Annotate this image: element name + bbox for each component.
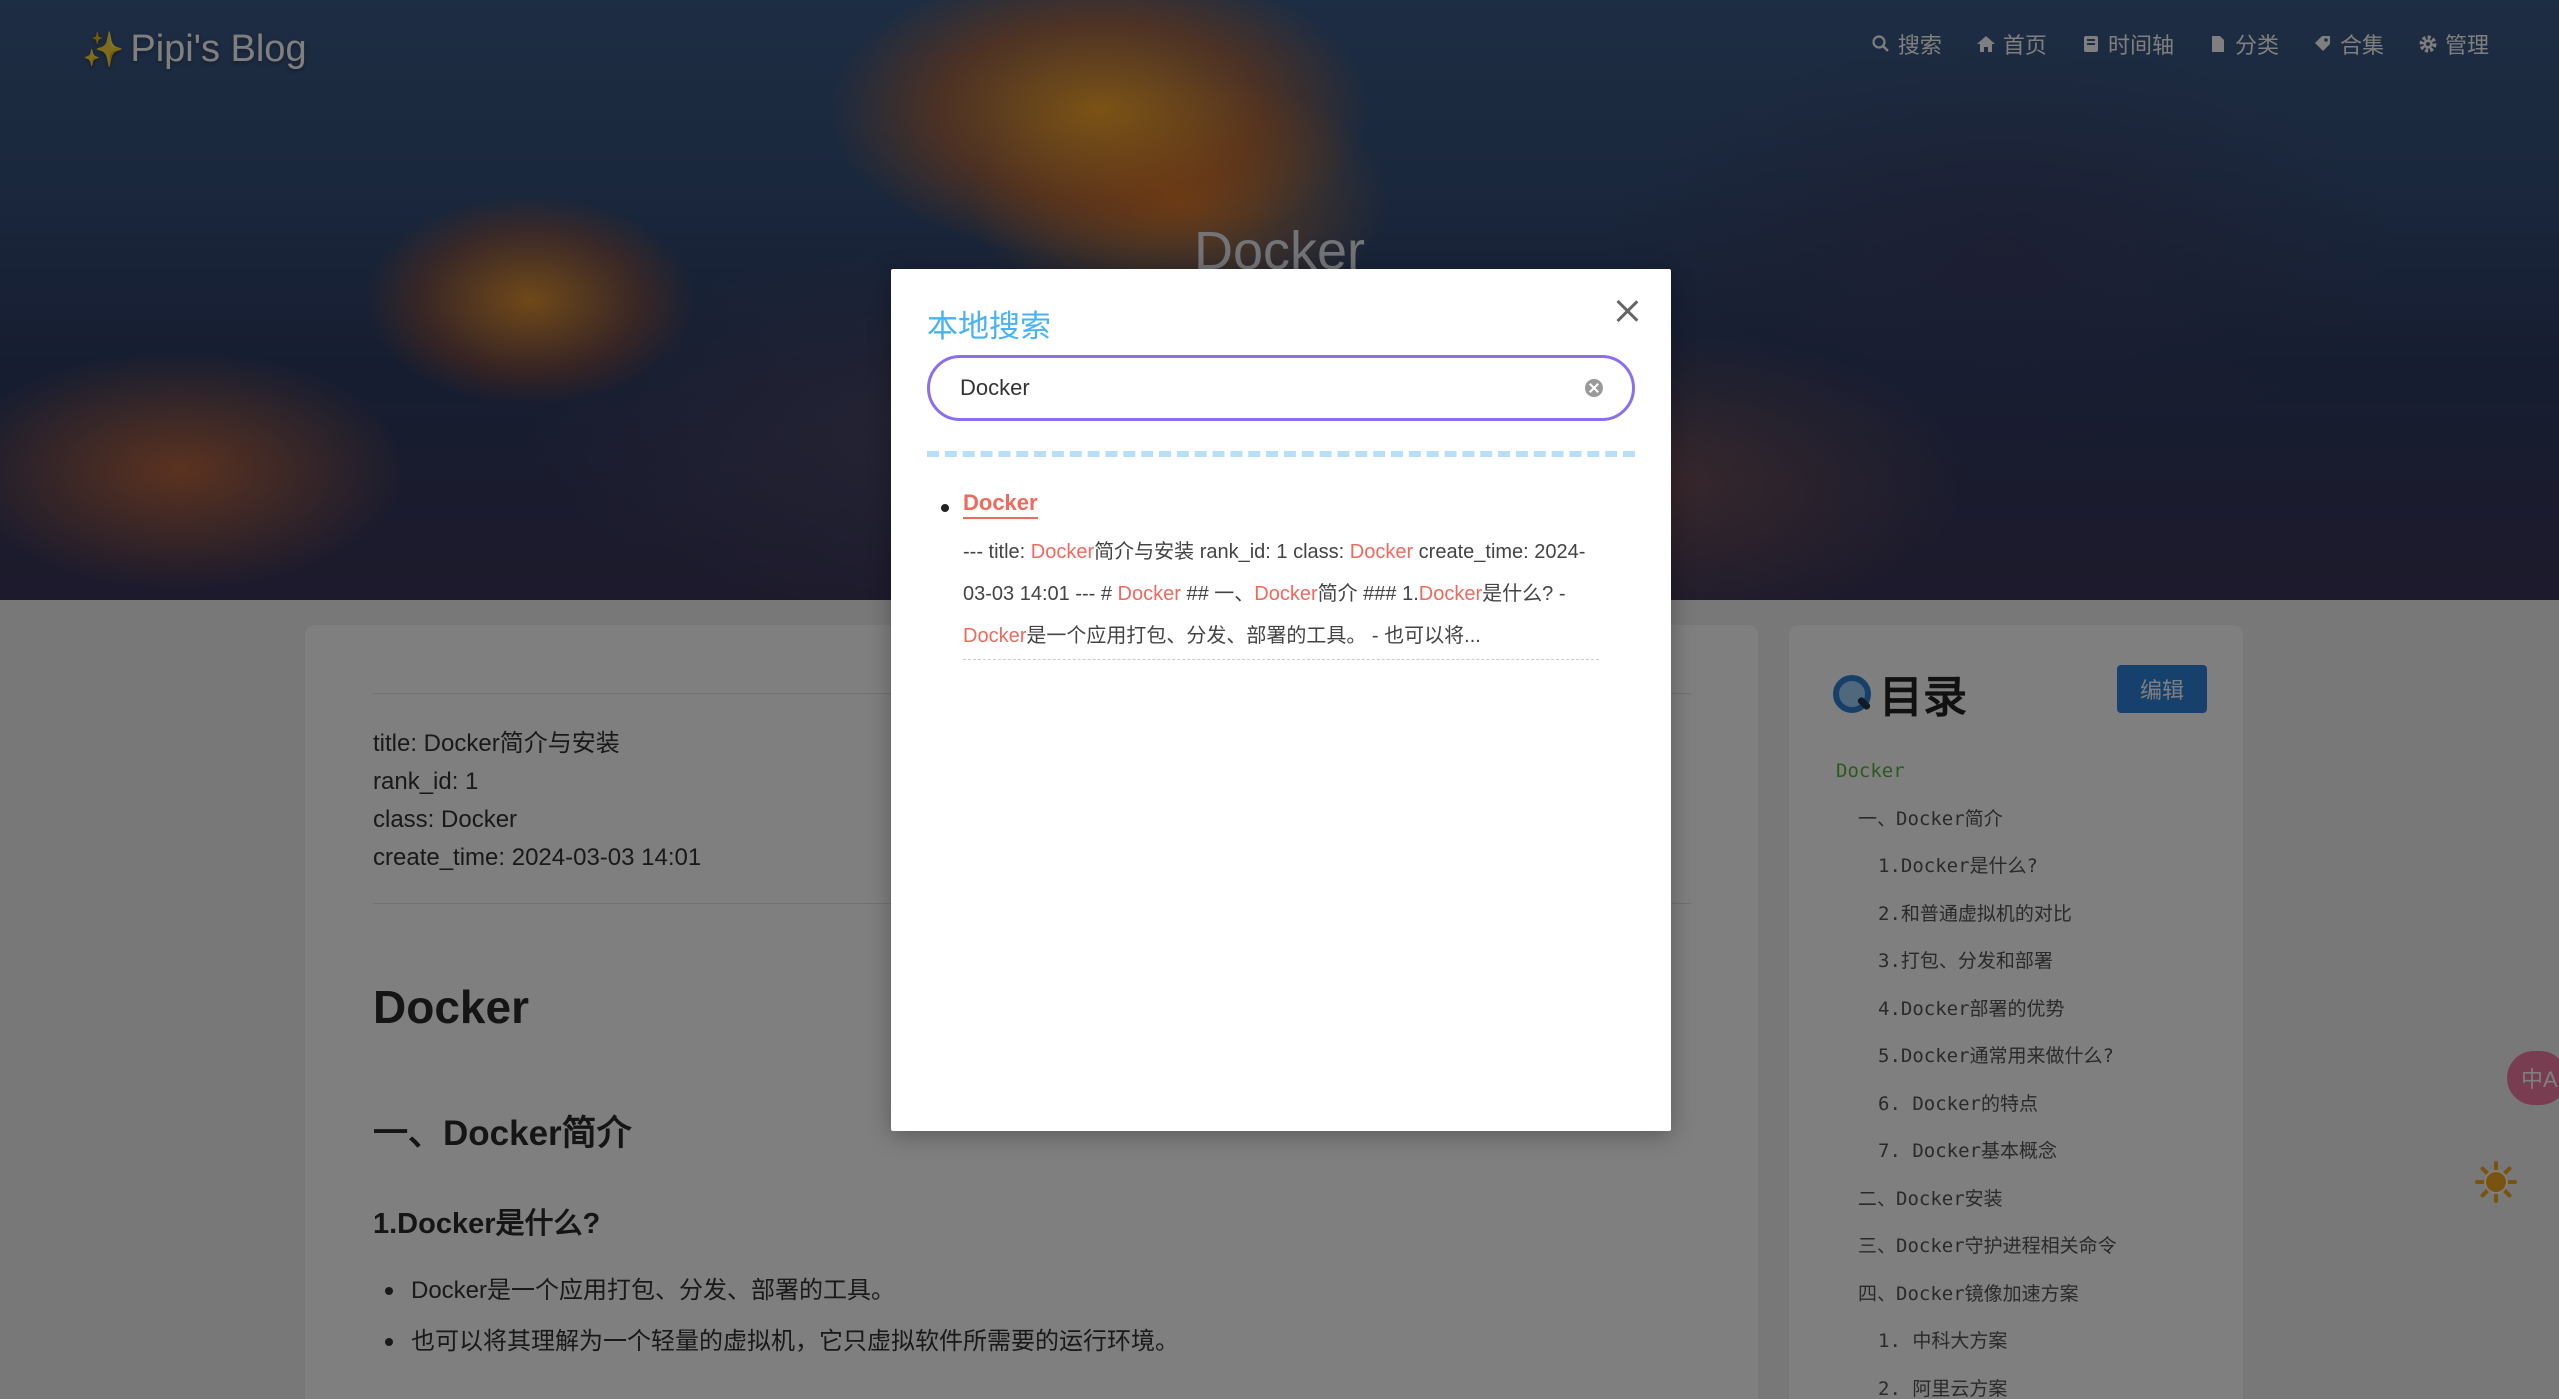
snippet-highlight: Docker	[1254, 583, 1318, 605]
search-box	[927, 355, 1635, 421]
search-modal: 本地搜索 Docker --- title: Docker简介与安装 rank_…	[891, 269, 1671, 1131]
search-input[interactable]	[960, 358, 1560, 418]
search-result-snippet: --- title: Docker简介与安装 rank_id: 1 class:…	[963, 531, 1599, 660]
search-result-title[interactable]: Docker	[963, 490, 1038, 519]
search-result: Docker --- title: Docker简介与安装 rank_id: 1…	[941, 490, 1599, 660]
search-divider	[927, 451, 1635, 457]
snippet-text: --- title:	[963, 541, 1031, 563]
snippet-highlight: Docker	[1349, 541, 1414, 563]
close-icon[interactable]	[1613, 297, 1641, 325]
result-bullet	[941, 504, 949, 512]
search-modal-title: 本地搜索	[927, 309, 1051, 344]
snippet-highlight: Docker	[963, 625, 1027, 647]
snippet-text: 是什么? -	[1482, 583, 1566, 605]
snippet-text: 是一个应用打包、分发、部署的工具。 - 也可以将...	[1026, 625, 1481, 647]
snippet-text: 简介与安装 rank_id: 1 class:	[1094, 541, 1350, 563]
snippet-text: 简介 ### 1.	[1317, 583, 1419, 605]
clear-icon[interactable]	[1585, 379, 1603, 397]
snippet-highlight: Docker	[1418, 583, 1483, 605]
snippet-text: ## 一、	[1180, 583, 1255, 605]
snippet-highlight: Docker	[1030, 541, 1095, 563]
snippet-highlight: Docker	[1117, 583, 1181, 605]
